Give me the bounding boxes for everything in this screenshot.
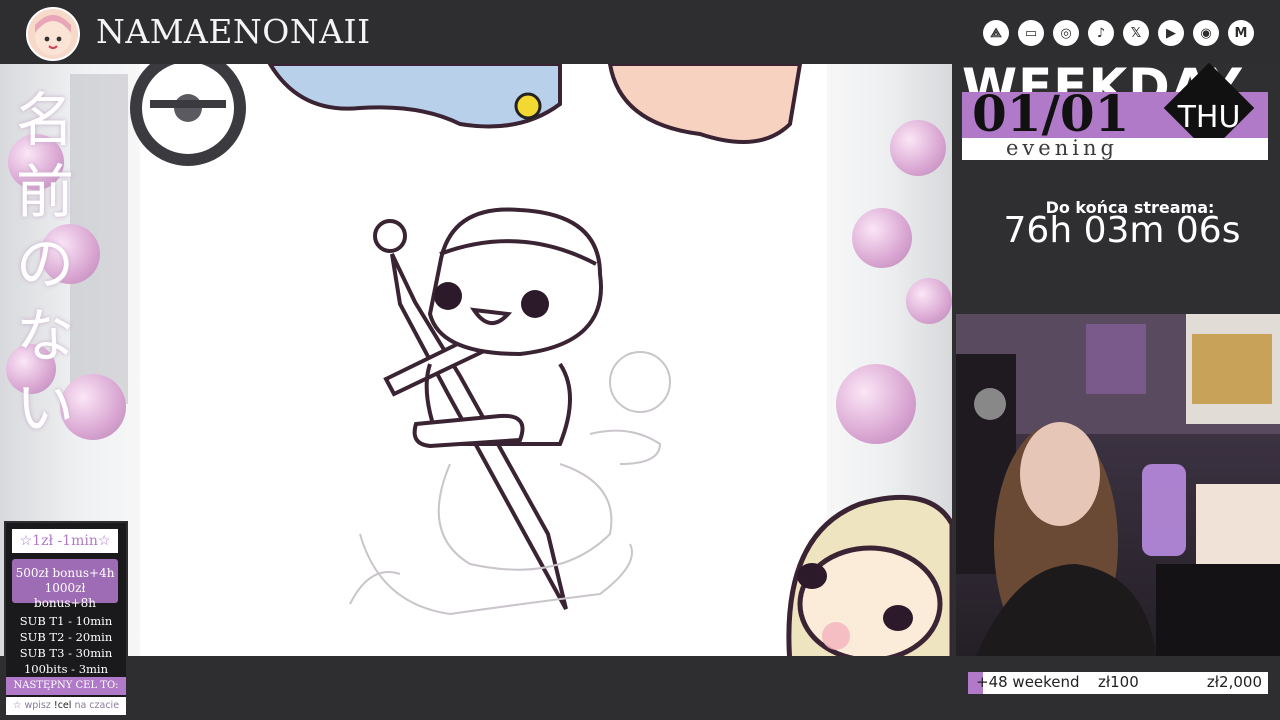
bonus-tier-2: 1000zł bonus+8h	[34, 581, 96, 610]
time-of-day-band: evening	[962, 136, 1268, 160]
x-icon[interactable]: 𝕏	[1123, 20, 1149, 46]
sub-rates: SUB T1 - 10min SUB T2 - 20min SUB T3 - 3…	[6, 613, 126, 677]
command-suffix: na czacie	[74, 700, 120, 711]
sub-rate-item: SUB T1 - 10min	[19, 614, 113, 628]
date: 01/01	[972, 84, 1130, 143]
channel-name: NAMAENONAII	[96, 12, 371, 51]
social-links: ⟁ ▭ ◎ ♪ 𝕏 ▶ ◉ M	[983, 20, 1254, 46]
goal-current: zł100	[1098, 673, 1139, 691]
next-goal-label: NASTĘPNY CEL TO:	[6, 677, 126, 695]
webcam-feed	[956, 314, 1280, 656]
drawing-canvas[interactable]: 名 前 の な い	[0, 64, 952, 656]
bonus-box: 500zł bonus+4h 1000zł bonus+8h	[12, 559, 118, 610]
countdown-timer: 76h 03m 06s	[1003, 210, 1241, 251]
donation-info-panel: ☆1zł -1min☆ 500zł bonus+4h 1000zł bonus+…	[4, 521, 128, 717]
chibi-sticker	[786, 494, 952, 656]
stream-sidebar: WEEKDAY 01/01 THU evening Do końca strea…	[952, 58, 1280, 656]
mail-icon[interactable]: M	[1228, 20, 1254, 46]
sub-rate-item: SUB T3 - 30min	[19, 646, 113, 660]
time-of-day: evening	[1006, 136, 1118, 160]
goal-max: zł2,000	[1206, 673, 1262, 691]
youtube-icon[interactable]: ▶	[1158, 20, 1184, 46]
tiktok-icon[interactable]: ♪	[1088, 20, 1114, 46]
channel-avatar	[26, 7, 80, 61]
character-sketch	[130, 64, 952, 656]
linktree-icon[interactable]: ⟁	[983, 20, 1009, 46]
bonus-tier-1: 500zł bonus+4h	[15, 566, 115, 580]
head-drawing	[427, 207, 603, 357]
donation-rate: ☆1zł -1min☆	[12, 529, 118, 553]
day-of-week: THU	[1177, 100, 1241, 135]
command-text: !cel	[53, 700, 72, 711]
command-prefix: ☆ wpisz	[12, 700, 51, 711]
steering-wheel-sticker	[130, 64, 246, 166]
discord-icon[interactable]: ◉	[1193, 20, 1219, 46]
chat-command-hint: ☆ wpisz !cel na czacie	[6, 697, 126, 715]
donation-goal-bar: +48 weekend zł100 zł2,000	[968, 672, 1268, 694]
webcam-scene	[956, 314, 1280, 656]
sub-rate-item: 100bits - 3min	[23, 662, 108, 676]
twitch-icon[interactable]: ▭	[1018, 20, 1044, 46]
goal-label: +48 weekend	[976, 673, 1080, 691]
sub-rate-item: SUB T2 - 20min	[19, 630, 113, 644]
instagram-icon[interactable]: ◎	[1053, 20, 1079, 46]
top-bar: NAMAENONAII ⟁ ▭ ◎ ♪ 𝕏 ▶ ◉ M	[0, 0, 1280, 64]
